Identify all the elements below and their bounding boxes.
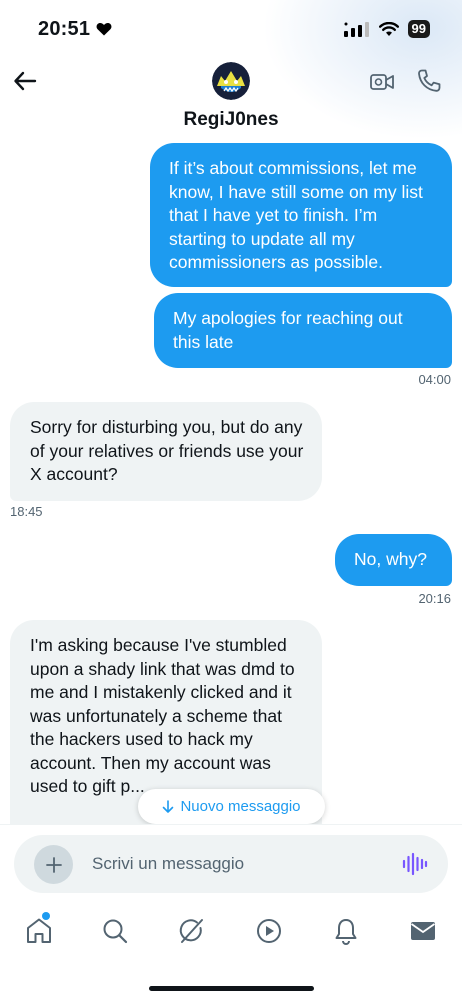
incoming-message[interactable]: Sorry for disturbing you, but do any of … bbox=[10, 402, 322, 501]
message-timestamp: 04:00 bbox=[418, 372, 451, 387]
wifi-icon bbox=[378, 21, 399, 36]
message-timestamp: 18:45 bbox=[10, 504, 43, 519]
message-input[interactable] bbox=[92, 851, 372, 877]
outgoing-message[interactable]: No, why? bbox=[335, 534, 452, 586]
plus-icon bbox=[45, 856, 62, 873]
search-icon[interactable] bbox=[100, 916, 130, 946]
outgoing-message[interactable]: My apologies for reaching out this late bbox=[154, 293, 452, 368]
composer-bar bbox=[0, 824, 462, 904]
heart-icon bbox=[96, 23, 112, 36]
add-media-button[interactable] bbox=[34, 845, 73, 884]
new-message-label: Nuovo messaggio bbox=[180, 798, 301, 815]
phone-call-icon[interactable] bbox=[416, 68, 442, 94]
status-time: 20:51 bbox=[38, 18, 91, 40]
status-icons: 99 bbox=[343, 20, 430, 38]
outgoing-message[interactable]: If it’s about commissions, let me know, … bbox=[150, 143, 452, 287]
arrow-down-icon bbox=[163, 799, 174, 813]
avatar-image bbox=[212, 62, 250, 100]
video-call-icon[interactable] bbox=[369, 70, 395, 94]
cellular-signal-icon bbox=[343, 22, 369, 37]
bottom-tab-bar bbox=[0, 904, 462, 1000]
home-indicator bbox=[149, 986, 314, 991]
composer bbox=[14, 835, 448, 893]
avatar[interactable] bbox=[212, 62, 250, 100]
video-icon[interactable] bbox=[254, 916, 284, 946]
voice-message-icon[interactable] bbox=[402, 852, 428, 876]
home-icon[interactable] bbox=[24, 916, 54, 946]
battery-indicator: 99 bbox=[407, 20, 430, 38]
back-arrow-icon[interactable] bbox=[12, 68, 38, 94]
contact-name[interactable]: RegiJ0nes bbox=[0, 109, 462, 131]
message-timestamp: 20:16 bbox=[418, 591, 451, 606]
status-bar: 20:51 99 bbox=[0, 0, 462, 60]
notification-dot bbox=[42, 912, 50, 920]
new-message-pill[interactable]: Nuovo messaggio bbox=[138, 789, 325, 824]
notifications-icon[interactable] bbox=[331, 916, 361, 946]
messages-icon[interactable] bbox=[408, 916, 438, 946]
conversation-header: RegiJ0nes bbox=[0, 60, 462, 135]
grok-icon[interactable] bbox=[177, 916, 207, 946]
